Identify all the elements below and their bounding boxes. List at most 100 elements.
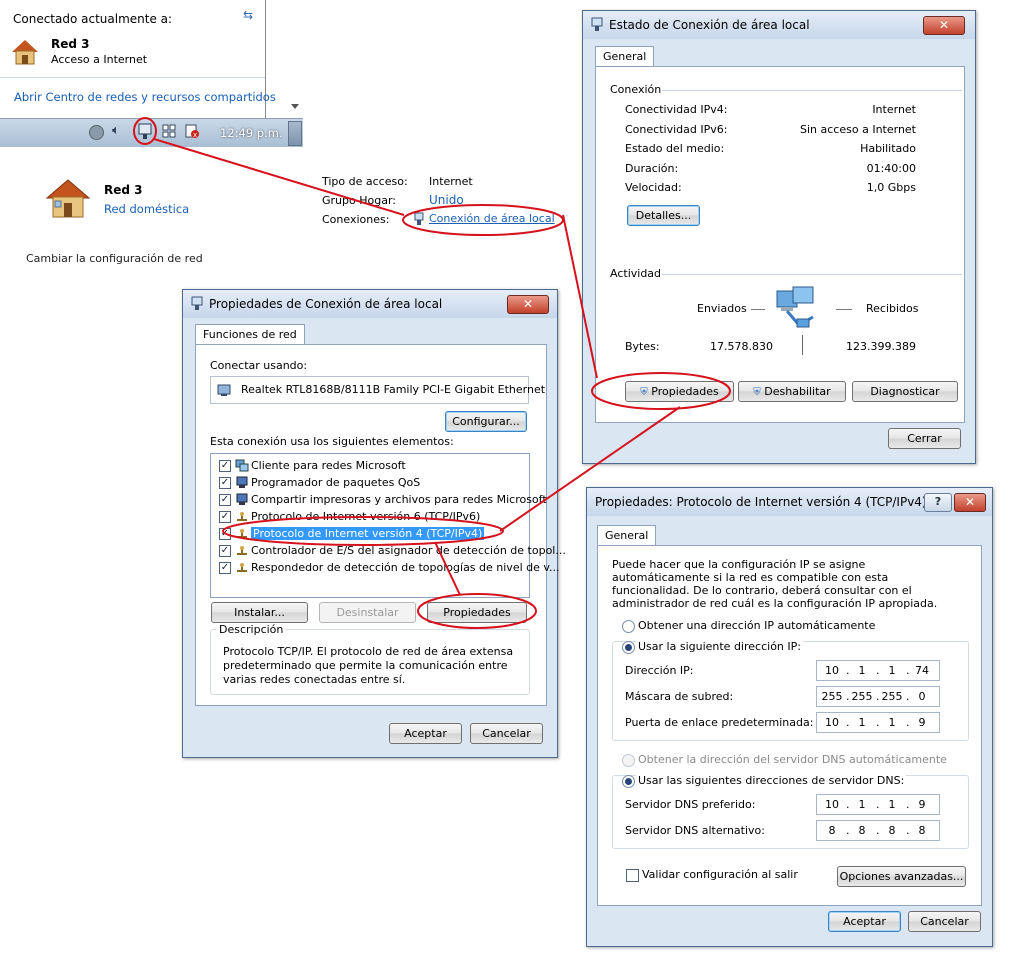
popup-network-name: Red 3	[51, 37, 90, 51]
ipv4-value: Internet	[872, 103, 916, 116]
sent-label: Enviados	[697, 302, 747, 315]
disable-button[interactable]: ⛨ Deshabilitar	[738, 381, 846, 402]
gateway-field[interactable]: 10. 1. 1. 9	[816, 712, 940, 733]
service-icon	[236, 493, 248, 505]
popup-network-status: Acceso a Internet	[51, 53, 148, 66]
preferred-dns-field[interactable]: 10. 1. 1. 9	[816, 794, 940, 815]
ok-button[interactable]: Aceptar	[389, 723, 462, 744]
close-button[interactable]: ✕	[923, 16, 965, 35]
tab-network-functions[interactable]: Funciones de red	[195, 324, 305, 344]
octet: 8	[918, 824, 926, 837]
media-state-value: Habilitado	[860, 142, 916, 155]
open-network-center-link[interactable]: Abrir Centro de redes y recursos compart…	[14, 90, 276, 104]
action-center-icon[interactable]: x	[185, 124, 199, 139]
item-checkbox[interactable]: ✓	[219, 477, 231, 489]
item-checkbox[interactable]: ✓	[219, 528, 231, 540]
network-flyout: Conectado actualmente a: ⇆ Red 3 Acceso …	[0, 0, 276, 119]
network-type-link[interactable]: Red doméstica	[104, 202, 189, 216]
octet: 74	[915, 664, 929, 677]
bytes-label: Bytes:	[625, 340, 660, 353]
network-adapter-icon	[191, 296, 203, 310]
divider	[0, 77, 265, 78]
subnet-mask-field[interactable]: 255. 255. 255. 0	[816, 686, 940, 707]
status-titlebar[interactable]: Estado de Conexión de área local ✕	[583, 11, 975, 39]
gateway-label: Puerta de enlace predeterminada:	[625, 716, 814, 729]
item-checkbox[interactable]: ✓	[219, 494, 231, 506]
item-label: Respondedor de detección de topologías d…	[251, 561, 560, 574]
section-divider	[662, 274, 962, 275]
manual-dns-label: Usar las siguientes direcciones de servi…	[636, 774, 907, 787]
status-dialog: Estado de Conexión de área local ✕ Gener…	[582, 10, 976, 464]
activity-section-label: Actividad	[610, 267, 662, 280]
connect-using-label: Conectar usando:	[210, 359, 308, 372]
protocol-properties-button[interactable]: Propiedades	[427, 602, 527, 623]
manual-ip-radio[interactable]	[622, 641, 635, 654]
volume-icon[interactable]: 🔈︎	[112, 123, 120, 138]
close-button[interactable]: ✕	[507, 295, 549, 314]
alternate-dns-field[interactable]: 8. 8. 8. 8	[816, 820, 940, 841]
auto-ip-radio[interactable]	[622, 620, 635, 633]
properties-button[interactable]: ⛨ Propiedades	[625, 381, 734, 402]
bytes-received: 123.399.389	[846, 340, 916, 353]
item-checkbox[interactable]: ✓	[219, 460, 231, 472]
diagnose-button[interactable]: Diagnosticar	[852, 381, 958, 402]
homegroup-link[interactable]: Unido	[429, 193, 464, 207]
duration-value: 01:40:00	[866, 162, 916, 175]
network-tray-icon[interactable]	[138, 123, 152, 141]
show-desktop-button[interactable]	[288, 121, 302, 146]
clock[interactable]: 12:49 p.m.	[220, 126, 283, 140]
antivirus-tray-icon[interactable]	[89, 125, 104, 140]
item-checkbox[interactable]: ✓	[219, 545, 231, 557]
ipv4-titlebar[interactable]: Propiedades: Protocolo de Internet versi…	[587, 488, 992, 516]
tab-general[interactable]: General	[595, 46, 655, 66]
help-button[interactable]: ?	[924, 493, 952, 512]
adapter-box[interactable]: Realtek RTL8168B/8111B Family PCI-E Giga…	[210, 376, 545, 404]
item-checkbox[interactable]: ✓	[219, 511, 231, 523]
properties-button-label: Propiedades	[651, 385, 719, 398]
octet: 1	[858, 798, 866, 811]
octet: 255	[821, 690, 843, 703]
validate-checkbox[interactable]	[626, 869, 639, 882]
tab-general[interactable]: General	[597, 525, 657, 545]
refresh-icon[interactable]: ⇆	[243, 8, 253, 22]
network-activity-icon	[776, 286, 814, 328]
change-settings-heading: Cambiar la configuración de red	[26, 252, 203, 265]
properties-titlebar[interactable]: Propiedades de Conexión de área local ✕	[183, 290, 557, 318]
elements-list[interactable]: ✓ Cliente para redes Microsoft ✓ Program…	[210, 453, 566, 598]
advanced-options-button[interactable]: Opciones avanzadas...	[837, 866, 966, 887]
install-button[interactable]: Instalar...	[211, 602, 308, 623]
cancel-button[interactable]: Cancelar	[470, 723, 543, 744]
media-state-label: Estado del medio:	[625, 142, 725, 155]
network-name: Red 3	[104, 183, 143, 197]
details-button[interactable]: Detalles...	[627, 205, 700, 226]
manual-dns-radio[interactable]	[622, 775, 635, 788]
item-label: Cliente para redes Microsoft	[251, 459, 406, 472]
item-label: Controlador de E/S del asignador de dete…	[251, 544, 566, 557]
ok-button[interactable]: Aceptar	[828, 911, 901, 932]
close-dialog-button[interactable]: Cerrar	[888, 428, 961, 449]
close-button[interactable]: ✕	[954, 493, 986, 512]
scrollbar[interactable]	[286, 0, 302, 118]
service-icon	[236, 476, 248, 488]
protocol-icon	[237, 546, 247, 555]
dns2-label: Servidor DNS alternativo:	[625, 824, 765, 837]
ip-address-field[interactable]: 10. 1. 1. 74	[816, 660, 940, 681]
item-label: Protocolo de Internet versión 6 (TCP/IPv…	[251, 510, 481, 523]
configure-button[interactable]: Configurar...	[445, 411, 527, 432]
octet: 0	[918, 690, 926, 703]
protocol-icon	[237, 512, 247, 521]
scroll-down-icon[interactable]	[291, 104, 299, 109]
item-checkbox[interactable]: ✓	[219, 562, 231, 574]
svg-text:x: x	[193, 131, 197, 139]
octet: 9	[918, 716, 926, 729]
local-connection-link[interactable]: Conexión de área local	[429, 212, 555, 225]
auto-dns-radio	[622, 754, 635, 767]
flag-tray-icon[interactable]	[162, 124, 176, 138]
auto-ip-label: Obtener una dirección IP automáticamente	[638, 619, 876, 632]
home-network-icon	[45, 179, 91, 218]
access-type-value: Internet	[429, 175, 473, 188]
ipv4-label: Conectividad IPv4:	[625, 103, 728, 116]
cancel-button[interactable]: Cancelar	[908, 911, 981, 932]
bytes-sent: 17.578.830	[710, 340, 773, 353]
elements-label: Esta conexión usa los siguientes element…	[210, 435, 454, 448]
